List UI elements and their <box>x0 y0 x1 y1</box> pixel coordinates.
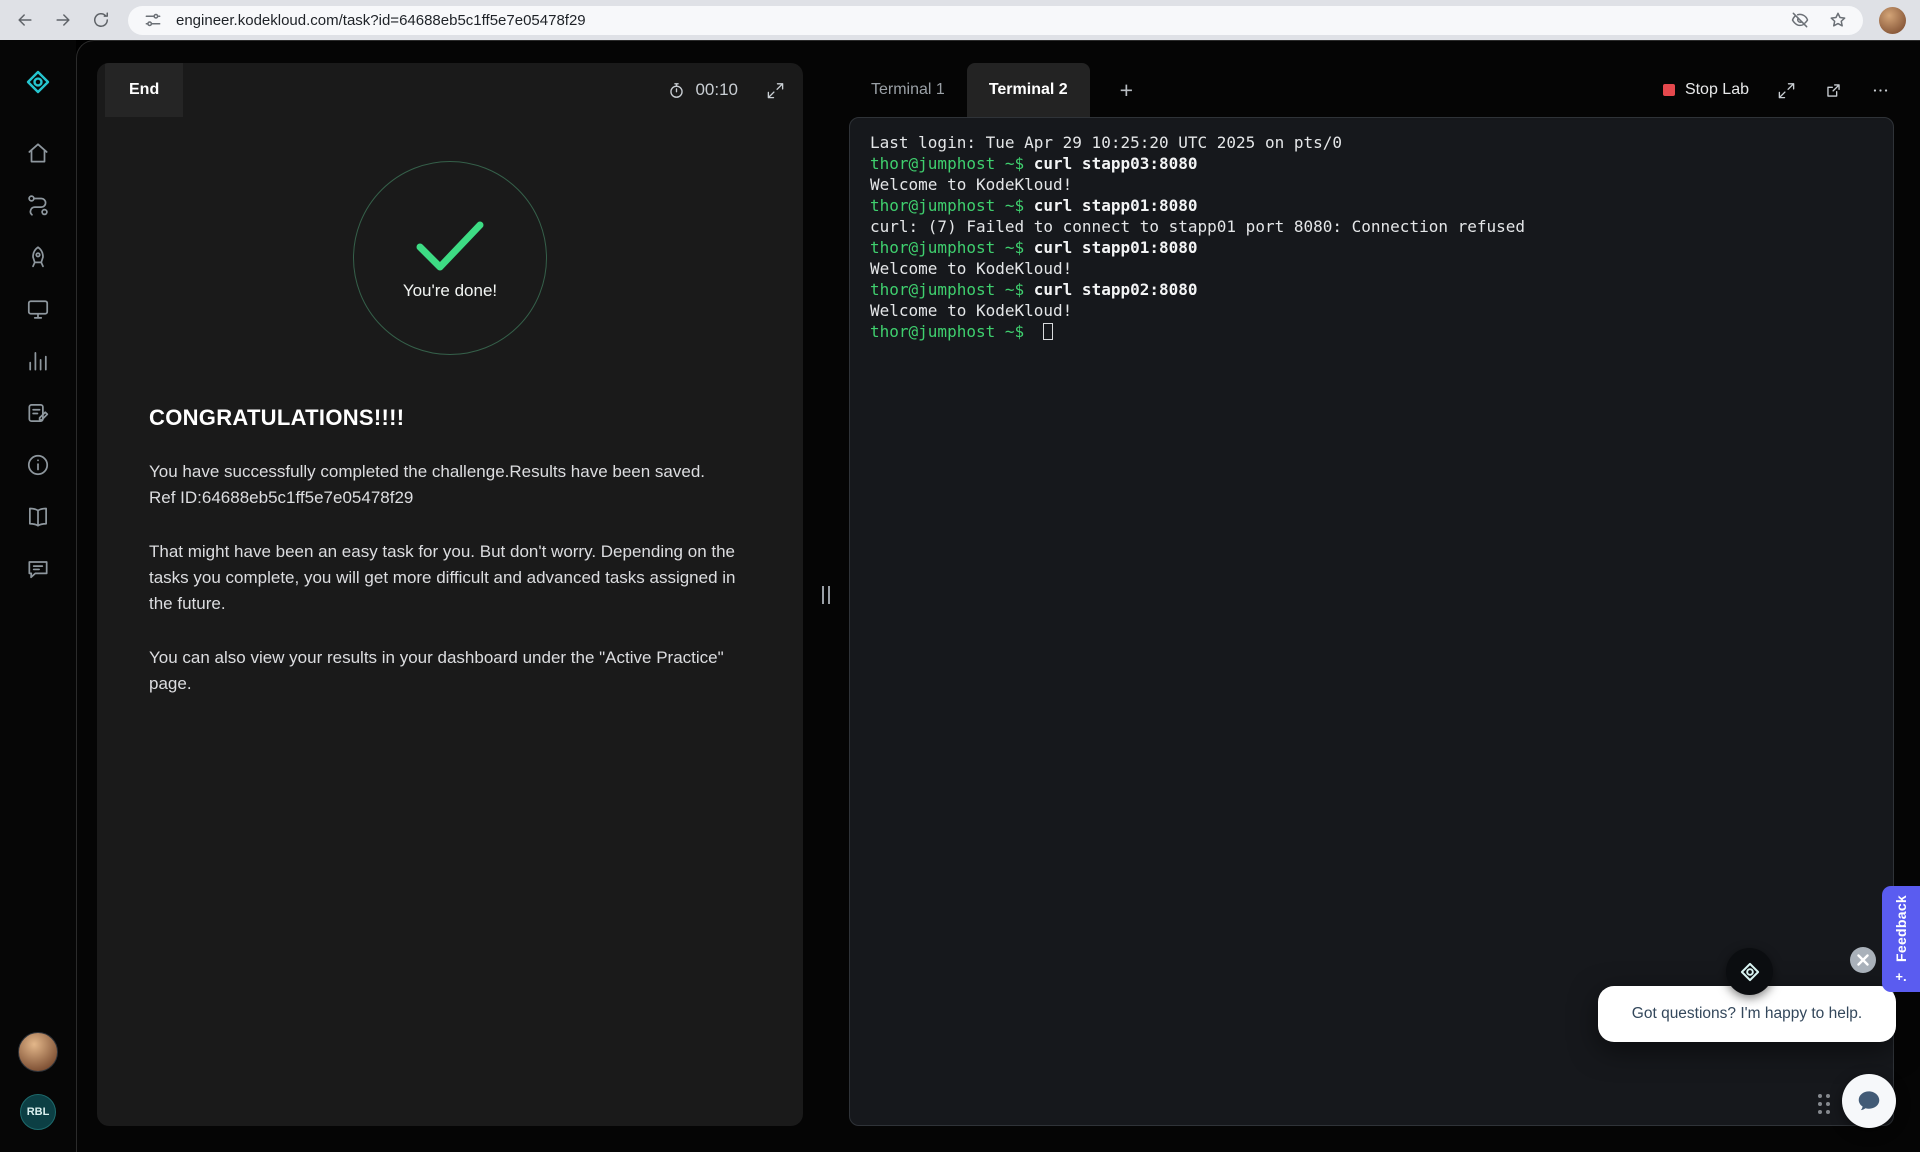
terminal-tab[interactable]: Terminal 1 <box>849 63 967 117</box>
congratulations-heading: CONGRATULATIONS!!!! <box>149 405 751 431</box>
checkmark-icon <box>406 215 494 277</box>
terminal-output-line: Welcome to KodeKloud! <box>870 174 1873 195</box>
widget-drag-handle[interactable] <box>1818 1094 1830 1114</box>
result-paragraph-1: You have successfully completed the chal… <box>149 459 751 511</box>
sidebar-nav <box>25 140 51 582</box>
chat-message-text: Got questions? I'm happy to help. <box>1632 1005 1862 1022</box>
result-paragraph-3: You can also view your results in your d… <box>149 645 751 697</box>
feedback-logo-icon: +. <box>1895 969 1906 984</box>
result-panel-header: End 00:10 <box>97 63 803 117</box>
terminal-output-line: Welcome to KodeKloud! <box>870 258 1873 279</box>
home-icon[interactable] <box>25 140 51 166</box>
terminal-command-line: thor@jumphost ~$ <box>870 321 1873 342</box>
stopwatch-icon <box>667 81 686 100</box>
back-button[interactable] <box>14 9 36 31</box>
eye-off-icon[interactable] <box>1789 9 1811 31</box>
terminal-output-line: Last login: Tue Apr 29 10:25:20 UTC 2025… <box>870 132 1873 153</box>
bookmark-star-icon[interactable] <box>1827 9 1849 31</box>
docs-book-icon[interactable] <box>25 504 51 530</box>
url-text[interactable]: engineer.kodekloud.com/task?id=64688eb5c… <box>176 12 1777 29</box>
result-panel: End 00:10 You're done! <box>97 63 803 1126</box>
terminal-cursor <box>1043 323 1053 340</box>
url-bar[interactable]: engineer.kodekloud.com/task?id=64688eb5c… <box>128 6 1863 35</box>
done-label: You're done! <box>403 281 497 301</box>
terminal-command-line: thor@jumphost ~$ curl stapp01:8080 <box>870 237 1873 258</box>
sidebar-bottom: RBL <box>18 1032 58 1130</box>
stop-square-icon <box>1663 84 1675 96</box>
panel-resize-handle[interactable] <box>803 63 849 1126</box>
terminal-output: Last login: Tue Apr 29 10:25:20 UTC 2025… <box>870 132 1873 342</box>
feedback-tab[interactable]: Feedback +. <box>1882 886 1920 992</box>
more-options-icon[interactable] <box>1871 81 1890 100</box>
labs-monitor-icon[interactable] <box>25 296 51 322</box>
kodekloud-logo[interactable] <box>20 64 56 100</box>
site-settings-icon[interactable] <box>142 9 164 31</box>
terminal-actions: Stop Lab <box>1663 81 1894 100</box>
notes-icon[interactable] <box>25 400 51 426</box>
ref-id: Ref ID:64688eb5c1ff5e7e05478f29 <box>149 488 413 507</box>
end-tab[interactable]: End <box>105 63 183 117</box>
org-badge[interactable]: RBL <box>20 1094 56 1130</box>
resize-grip-icon[interactable] <box>822 586 830 604</box>
feedback-label: Feedback <box>1893 895 1909 962</box>
terminal-command-line: thor@jumphost ~$ curl stapp02:8080 <box>870 279 1873 300</box>
terminal-output-line: Welcome to KodeKloud! <box>870 300 1873 321</box>
leaderboard-icon[interactable] <box>25 348 51 374</box>
stop-lab-button[interactable]: Stop Lab <box>1663 81 1749 99</box>
learning-path-icon[interactable] <box>25 192 51 218</box>
rocket-icon[interactable] <box>25 244 51 270</box>
chat-bot-avatar <box>1726 948 1773 995</box>
browser-toolbar: engineer.kodekloud.com/task?id=64688eb5c… <box>0 0 1920 40</box>
chat-launcher-icon <box>1855 1087 1883 1115</box>
expand-panel-icon[interactable] <box>766 81 785 100</box>
done-circle: You're done! <box>353 161 547 355</box>
terminal-tab[interactable]: Terminal 2 <box>967 63 1090 117</box>
new-terminal-tab-button[interactable]: + <box>1120 79 1133 102</box>
app-sidebar: RBL <box>0 40 76 1152</box>
expand-terminal-icon[interactable] <box>1777 81 1796 100</box>
terminal-header: Terminal 1Terminal 2 + Stop Lab <box>849 63 1894 117</box>
result-body: You're done! CONGRATULATIONS!!!! You hav… <box>97 117 803 1126</box>
terminal-tabs: Terminal 1Terminal 2 <box>849 63 1090 117</box>
terminal-output-line: curl: (7) Failed to connect to stapp01 p… <box>870 216 1873 237</box>
terminal-command-line: thor@jumphost ~$ curl stapp01:8080 <box>870 195 1873 216</box>
chat-launcher-button[interactable] <box>1842 1074 1896 1128</box>
timer-value: 00:10 <box>695 80 738 100</box>
terminal-command-line: thor@jumphost ~$ curl stapp03:8080 <box>870 153 1873 174</box>
chat-close-button[interactable] <box>1850 947 1876 973</box>
stop-lab-label: Stop Lab <box>1685 81 1749 99</box>
info-icon[interactable] <box>25 452 51 478</box>
forward-button[interactable] <box>52 9 74 31</box>
task-timer: 00:10 <box>667 80 738 100</box>
result-paragraph-2: That might have been an easy task for yo… <box>149 539 751 617</box>
refresh-button[interactable] <box>90 9 112 31</box>
browser-profile-avatar[interactable] <box>1879 7 1906 34</box>
support-chat-icon[interactable] <box>25 556 51 582</box>
user-avatar[interactable] <box>18 1032 58 1072</box>
open-external-icon[interactable] <box>1824 81 1843 100</box>
